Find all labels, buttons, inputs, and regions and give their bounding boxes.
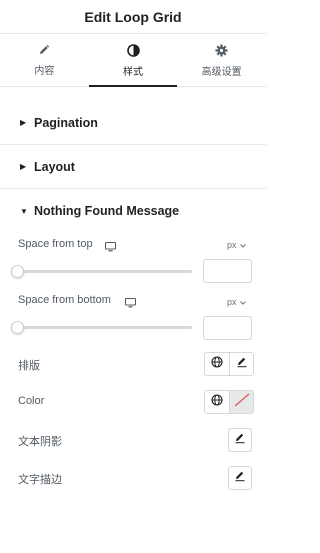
typography-label: 排版 xyxy=(18,360,40,372)
desktop-icon[interactable] xyxy=(105,239,116,257)
color-swatch[interactable] xyxy=(229,391,253,413)
unit-label: px xyxy=(227,297,237,307)
pencil-icon xyxy=(38,44,50,56)
space-from-bottom-input[interactable] xyxy=(203,316,252,340)
pencil-icon xyxy=(234,431,246,449)
slider-thumb[interactable] xyxy=(11,265,24,278)
space-from-top-input[interactable] xyxy=(203,259,252,283)
text-shadow-label: 文本阴影 xyxy=(18,436,62,448)
global-button[interactable] xyxy=(205,353,229,375)
section-layout[interactable]: ▶ Layout xyxy=(0,145,266,189)
section-title: Nothing Found Message xyxy=(34,204,180,218)
section-title: Layout xyxy=(34,159,75,174)
globe-icon xyxy=(211,393,223,411)
caret-down-icon: ▼ xyxy=(20,206,28,216)
pencil-icon xyxy=(234,469,246,487)
tab-content[interactable]: 内容 xyxy=(0,35,89,86)
chevron-down-icon xyxy=(239,297,246,307)
globe-icon xyxy=(211,355,223,373)
tab-label: 内容 xyxy=(34,66,55,77)
chevron-down-icon xyxy=(239,240,246,250)
tab-label: 高级设置 xyxy=(201,66,242,78)
space-from-bottom-label: Space from bottom xyxy=(18,294,111,306)
section-title: Pagination xyxy=(34,115,98,130)
space-from-top-label: Space from top xyxy=(18,238,93,250)
unit-selector[interactable]: px xyxy=(227,240,246,250)
typography-controls xyxy=(204,352,254,376)
text-stroke-edit-button[interactable] xyxy=(228,466,252,490)
panel-header: Edit Loop Grid xyxy=(0,0,266,34)
space-from-bottom-slider[interactable] xyxy=(18,326,192,329)
space-from-top-slider[interactable] xyxy=(18,270,192,273)
half-circle-icon xyxy=(126,43,140,57)
global-button[interactable] xyxy=(205,391,229,413)
tab-label: 样式 xyxy=(123,66,143,78)
pencil-icon xyxy=(236,355,248,373)
section-pagination[interactable]: ▶ Pagination xyxy=(0,101,266,145)
color-controls xyxy=(204,390,254,414)
slider-thumb[interactable] xyxy=(11,321,24,334)
color-label: Color xyxy=(18,395,45,407)
edit-button[interactable] xyxy=(229,353,253,375)
no-color-icon xyxy=(234,393,250,412)
caret-right-icon: ▶ xyxy=(20,118,27,127)
unit-selector[interactable]: px xyxy=(227,297,246,307)
caret-right-icon: ▶ xyxy=(20,162,27,171)
panel-title: Edit Loop Grid xyxy=(84,8,182,25)
text-shadow-edit-button[interactable] xyxy=(228,428,252,452)
gear-icon xyxy=(215,44,228,57)
tab-style[interactable]: 样式 xyxy=(88,35,178,87)
text-stroke-label: 文字描边 xyxy=(18,474,62,486)
section-nothing-found[interactable]: ▼ Nothing Found Message xyxy=(0,189,266,233)
panel-tabs: 内容 样式 高级设置 xyxy=(0,35,266,87)
unit-label: px xyxy=(227,240,237,250)
tab-advanced[interactable]: 高级设置 xyxy=(177,35,266,86)
desktop-icon[interactable] xyxy=(125,295,136,313)
